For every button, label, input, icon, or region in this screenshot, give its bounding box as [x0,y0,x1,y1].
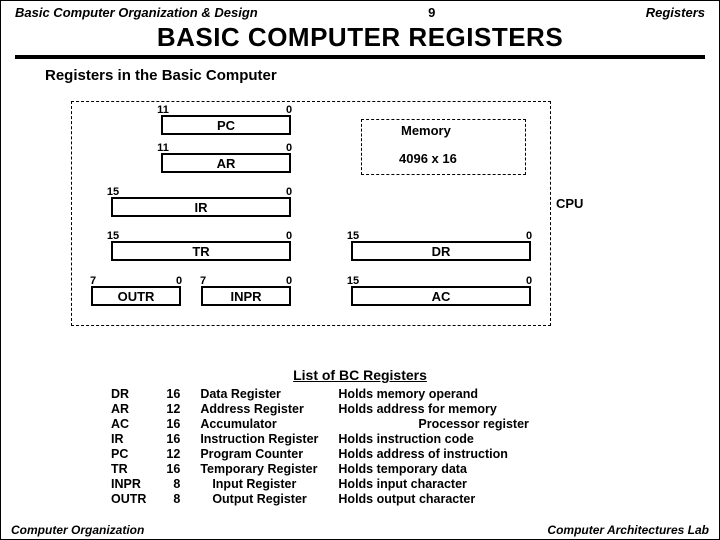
reg-desc: Holds memory operand [328,387,538,402]
table-row: DR16Data RegisterHolds memory operand [101,387,539,402]
table-row: IR16Instruction RegisterHolds instructio… [101,432,539,447]
table-row: OUTR8Output RegisterHolds output charact… [101,492,539,507]
reg-desc: Holds address for memory [328,402,538,417]
reg-sym: TR [101,462,156,477]
register-table: DR16Data RegisterHolds memory operandAR1… [101,387,539,507]
table-row: PC12Program CounterHolds address of inst… [101,447,539,462]
header-left: Basic Computer Organization & Design [15,5,258,20]
ir-name: IR [195,200,208,215]
reg-name: Instruction Register [190,432,328,447]
reg-bits: 8 [156,492,190,507]
inpr-msb: 7 [200,275,206,287]
reg-bits: 16 [156,462,190,477]
table-row: AC16AccumulatorProcessor register [101,417,539,432]
register-outr: 7 0 OUTR [91,286,181,306]
register-inpr: 7 0 INPR [201,286,291,306]
pc-name: PC [217,118,235,133]
footer-right: Computer Architectures Lab [547,523,709,537]
reg-name: Address Register [190,402,328,417]
reg-desc: Holds temporary data [328,462,538,477]
reg-sym: OUTR [101,492,156,507]
reg-bits: 16 [156,387,190,402]
register-tr: 15 0 TR [111,241,291,261]
inpr-lsb: 0 [286,275,292,287]
reg-desc: Holds output character [328,492,538,507]
reg-desc: Holds input character [328,477,538,492]
reg-sym: INPR [101,477,156,492]
outr-lsb: 0 [176,275,182,287]
reg-sym: PC [101,447,156,462]
ar-msb: 11 [157,142,169,154]
ir-lsb: 0 [286,186,292,198]
header-right: Registers [646,5,705,20]
register-ar: 11 0 AR [161,153,291,173]
reg-sym: AC [101,417,156,432]
reg-desc: Holds address of instruction [328,447,538,462]
reg-name: Output Register [190,492,328,507]
inpr-name: INPR [230,289,261,304]
dr-msb: 15 [347,230,359,242]
register-list-section: List of BC Registers DR16Data RegisterHo… [1,361,719,507]
table-row: INPR8Input RegisterHolds input character [101,477,539,492]
reg-bits: 12 [156,402,190,417]
reg-bits: 16 [156,432,190,447]
register-ir: 15 0 IR [111,197,291,217]
footer-bar: Computer Organization Computer Architect… [11,523,709,537]
table-row: TR16Temporary RegisterHolds temporary da… [101,462,539,477]
outr-name: OUTR [118,289,155,304]
page-title: BASIC COMPUTER REGISTERS [15,22,705,59]
diagram-heading: Registers in the Basic Computer [45,67,705,84]
pc-lsb: 0 [286,104,292,116]
dr-lsb: 0 [526,230,532,242]
reg-name: Program Counter [190,447,328,462]
ir-msb: 15 [107,186,119,198]
reg-name: Data Register [190,387,328,402]
ar-name: AR [217,156,236,171]
ac-name: AC [432,289,451,304]
table-row: AR12Address RegisterHolds address for me… [101,402,539,417]
register-dr: 15 0 DR [351,241,531,261]
pc-msb: 11 [157,104,169,116]
reg-name: Input Register [190,477,328,492]
tr-name: TR [192,244,209,259]
tr-lsb: 0 [286,230,292,242]
reg-sym: DR [101,387,156,402]
reg-sym: AR [101,402,156,417]
reg-sym: IR [101,432,156,447]
memory-size: 4096 x 16 [399,151,457,166]
ar-lsb: 0 [286,142,292,154]
header-bar: Basic Computer Organization & Design 9 R… [15,5,705,20]
reg-name: Temporary Register [190,462,328,477]
list-title: List of BC Registers [1,367,719,383]
cpu-label: CPU [556,196,583,211]
reg-desc: Processor register [328,417,538,432]
register-pc: 11 0 PC [161,115,291,135]
memory-label: Memory [401,123,451,138]
ac-lsb: 0 [526,275,532,287]
reg-bits: 16 [156,417,190,432]
reg-desc: Holds instruction code [328,432,538,447]
ac-msb: 15 [347,275,359,287]
reg-name: Accumulator [190,417,328,432]
register-diagram: CPU Memory 4096 x 16 11 0 PC 11 0 AR 15 … [71,101,631,331]
tr-msb: 15 [107,230,119,242]
footer-left: Computer Organization [11,523,144,537]
dr-name: DR [432,244,451,259]
outr-msb: 7 [90,275,96,287]
page-number: 9 [428,5,435,20]
reg-bits: 8 [156,477,190,492]
reg-bits: 12 [156,447,190,462]
slide: Basic Computer Organization & Design 9 R… [0,0,720,540]
register-ac: 15 0 AC [351,286,531,306]
